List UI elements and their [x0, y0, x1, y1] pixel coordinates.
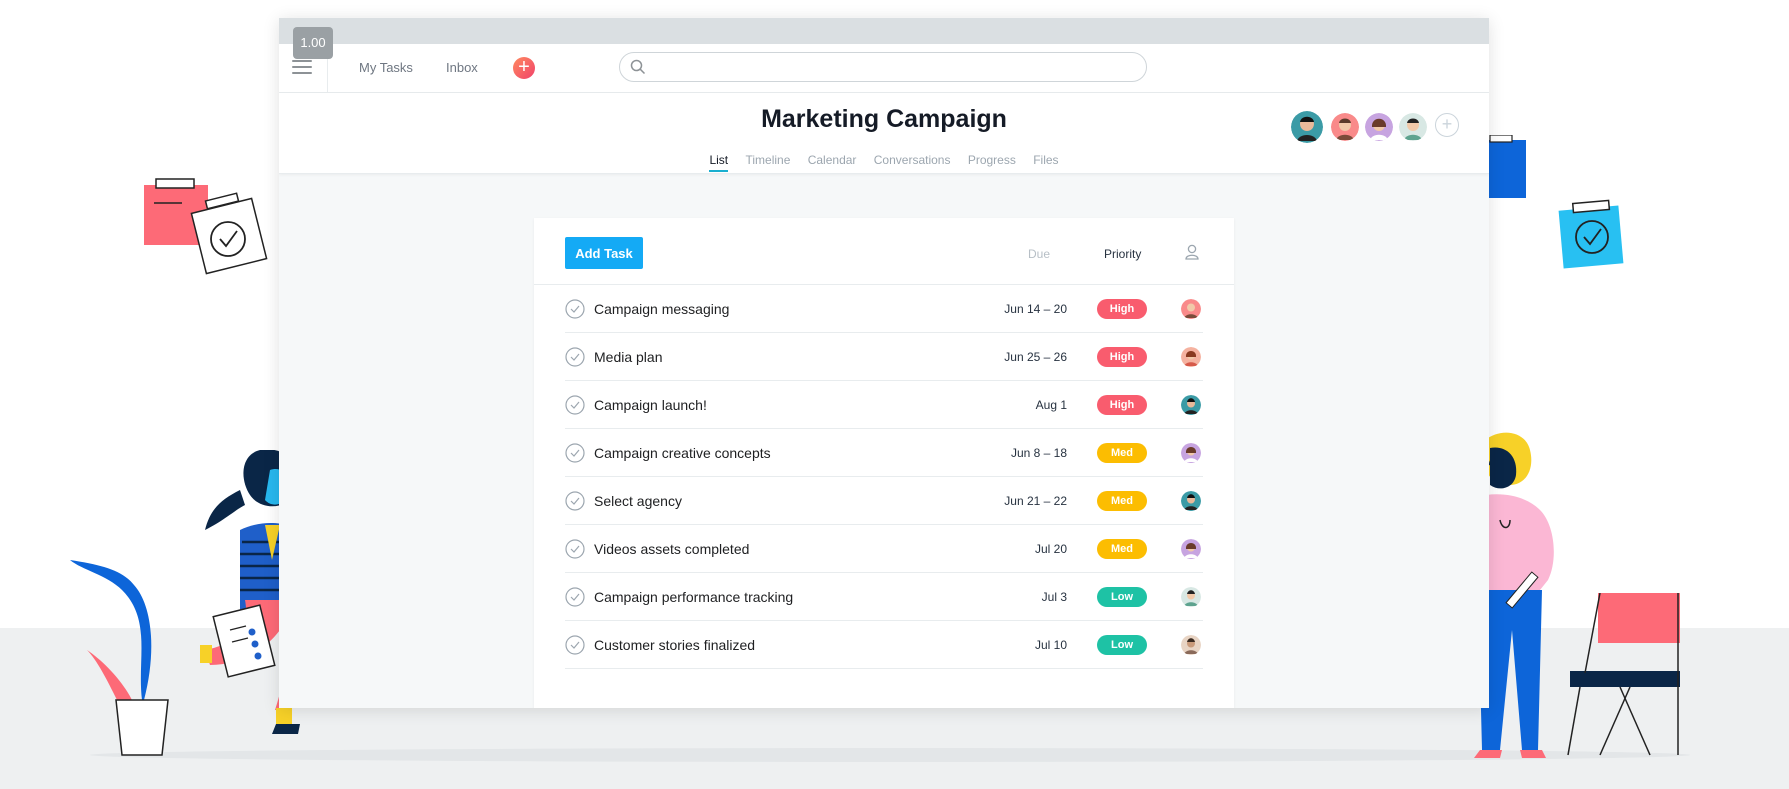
checkmark-circle-icon[interactable]: [565, 395, 585, 415]
tab-timeline[interactable]: Timeline: [745, 153, 790, 171]
column-header-priority[interactable]: Priority: [1104, 247, 1141, 261]
task-due-date[interactable]: Jul 10: [1035, 638, 1067, 652]
task-due-date[interactable]: Aug 1: [1036, 398, 1067, 412]
blue-note-illustration: [1488, 135, 1528, 200]
task-due-date[interactable]: Jun 25 – 26: [1004, 350, 1067, 364]
main-content: Add Task Due Priority Campaign messaging…: [279, 174, 1489, 708]
task-due-date[interactable]: Jun 8 – 18: [1011, 446, 1067, 460]
checkmark-circle-icon[interactable]: [565, 443, 585, 463]
sticky-note-left-illustration: [140, 175, 270, 285]
project-header: Marketing Campaign List Timeline Calenda…: [279, 93, 1489, 174]
hamburger-icon[interactable]: [292, 60, 312, 74]
column-header-due[interactable]: Due: [1028, 247, 1050, 261]
assignee-avatar[interactable]: [1181, 347, 1201, 367]
task-name[interactable]: Customer stories finalized: [594, 637, 755, 653]
plus-icon: +: [1441, 114, 1453, 134]
checkmark-circle-icon[interactable]: [565, 299, 585, 319]
priority-badge[interactable]: Med: [1097, 491, 1147, 511]
add-task-button[interactable]: Add Task: [565, 237, 643, 269]
table-row[interactable]: Media plan Jun 25 – 26 High: [565, 333, 1203, 381]
nav-my-tasks-link[interactable]: My Tasks: [359, 60, 413, 75]
task-due-date[interactable]: Jul 3: [1042, 590, 1067, 604]
tab-list[interactable]: List: [709, 153, 728, 172]
table-row[interactable]: Customer stories finalized Jul 10 Low: [565, 621, 1203, 669]
search-input[interactable]: [619, 52, 1147, 82]
project-tabs: List Timeline Calendar Conversations Pro…: [279, 153, 1489, 172]
task-name[interactable]: Campaign messaging: [594, 301, 729, 317]
task-name[interactable]: Media plan: [594, 349, 663, 365]
task-list: Add Task Due Priority Campaign messaging…: [534, 218, 1234, 708]
assignee-avatar[interactable]: [1181, 299, 1201, 319]
task-due-date[interactable]: Jun 21 – 22: [1004, 494, 1067, 508]
assignee-avatar[interactable]: [1181, 395, 1201, 415]
assignee-avatar[interactable]: [1181, 491, 1201, 511]
chair-illustration: [1560, 593, 1685, 758]
table-row[interactable]: Campaign creative concepts Jun 8 – 18 Me…: [565, 429, 1203, 477]
checkmark-circle-icon[interactable]: [565, 539, 585, 559]
assignee-avatar[interactable]: [1181, 635, 1201, 655]
zoom-level-badge: 1.00: [293, 27, 333, 59]
member-avatar[interactable]: [1289, 109, 1325, 145]
plus-icon: +: [518, 56, 530, 78]
checkmark-circle-icon[interactable]: [565, 347, 585, 367]
checkmark-circle-icon[interactable]: [565, 491, 585, 511]
priority-badge[interactable]: Low: [1097, 635, 1147, 655]
tab-progress[interactable]: Progress: [968, 153, 1016, 171]
task-list-header: Add Task Due Priority: [534, 218, 1234, 285]
task-name[interactable]: Select agency: [594, 493, 682, 509]
app-window: 1.00 My Tasks Inbox + Marketing Campaign…: [279, 18, 1489, 708]
priority-badge[interactable]: High: [1097, 395, 1147, 415]
task-name[interactable]: Campaign launch!: [594, 397, 707, 413]
search-icon: [630, 59, 646, 75]
checkmark-circle-icon[interactable]: [565, 635, 585, 655]
priority-badge[interactable]: High: [1097, 347, 1147, 367]
tab-calendar[interactable]: Calendar: [808, 153, 857, 171]
window-titlebar: [279, 18, 1489, 44]
assignee-avatar[interactable]: [1181, 539, 1201, 559]
member-avatar[interactable]: [1397, 111, 1429, 143]
assignee-avatar[interactable]: [1181, 587, 1201, 607]
priority-badge[interactable]: Med: [1097, 539, 1147, 559]
priority-badge[interactable]: Low: [1097, 587, 1147, 607]
add-member-button[interactable]: +: [1435, 113, 1459, 137]
sticky-note-right-illustration: [1557, 198, 1629, 270]
assignee-avatar[interactable]: [1181, 443, 1201, 463]
task-due-date[interactable]: Jul 20: [1035, 542, 1067, 556]
member-avatar[interactable]: [1363, 111, 1395, 143]
priority-badge[interactable]: Med: [1097, 443, 1147, 463]
task-name[interactable]: Campaign creative concepts: [594, 445, 771, 461]
table-row[interactable]: Campaign messaging Jun 14 – 20 High: [565, 285, 1203, 333]
project-members: +: [1289, 109, 1459, 145]
checkmark-circle-icon[interactable]: [565, 587, 585, 607]
quick-add-button[interactable]: +: [513, 57, 535, 79]
table-row[interactable]: Videos assets completed Jul 20 Med: [565, 525, 1203, 573]
tab-conversations[interactable]: Conversations: [874, 153, 951, 171]
priority-badge[interactable]: High: [1097, 299, 1147, 319]
table-row[interactable]: Campaign performance tracking Jul 3 Low: [565, 573, 1203, 621]
person-icon[interactable]: [1185, 244, 1199, 260]
table-row[interactable]: Campaign launch! Aug 1 High: [565, 381, 1203, 429]
top-navigation-bar: My Tasks Inbox +: [279, 44, 1489, 93]
table-row[interactable]: Select agency Jun 21 – 22 Med: [565, 477, 1203, 525]
task-name[interactable]: Videos assets completed: [594, 541, 749, 557]
plant-illustration: [62, 550, 182, 760]
member-avatar[interactable]: [1329, 111, 1361, 143]
task-name[interactable]: Campaign performance tracking: [594, 589, 793, 605]
task-due-date[interactable]: Jun 14 – 20: [1004, 302, 1067, 316]
nav-inbox-link[interactable]: Inbox: [446, 60, 478, 75]
tab-files[interactable]: Files: [1033, 153, 1058, 171]
